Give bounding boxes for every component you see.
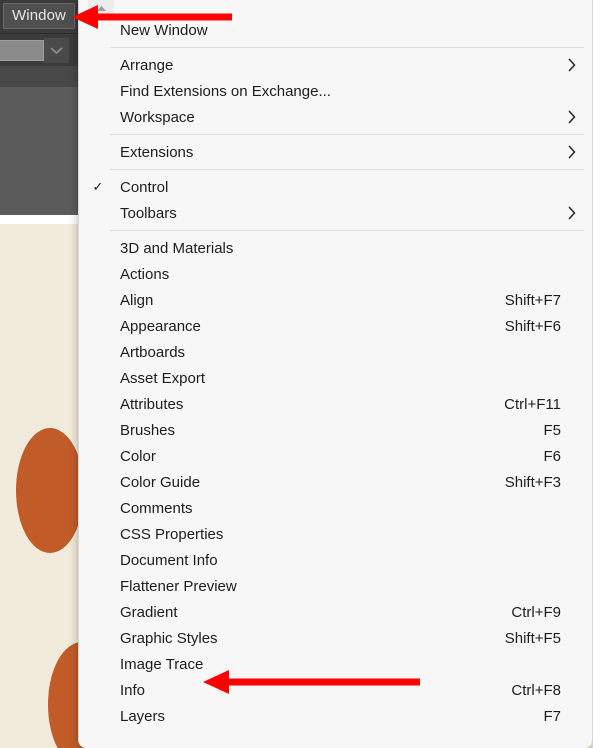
- menu-separator: [79, 226, 592, 235]
- menu-item-label: Gradient: [120, 603, 178, 621]
- menu-separator: [79, 130, 592, 139]
- menu-item-3d-and-materials[interactable]: 3D and Materials: [79, 235, 592, 261]
- menu-item-layers[interactable]: Layers F7: [79, 703, 592, 729]
- menu-item-label: Graphic Styles: [120, 629, 218, 647]
- window-dropdown-menu: New Window Arrange Find Extensions on Exch…: [78, 0, 593, 748]
- menu-item-attributes[interactable]: Attributes Ctrl+F11: [79, 391, 592, 417]
- menu-item-flattener-preview[interactable]: Flattener Preview: [79, 573, 592, 599]
- menu-item-label: Workspace: [120, 108, 195, 126]
- menu-item-gradient[interactable]: Gradient Ctrl+F9: [79, 599, 592, 625]
- menu-item-graphic-styles[interactable]: Graphic Styles Shift+F5: [79, 625, 592, 651]
- menubar-item-window[interactable]: Window: [3, 3, 75, 29]
- fill-swatch[interactable]: [0, 40, 44, 61]
- arrow-shaft: [225, 678, 420, 686]
- menu-item-workspace[interactable]: Workspace: [79, 104, 592, 130]
- menu-item-arrange[interactable]: Arrange: [79, 52, 592, 78]
- menu-item-label: Flattener Preview: [120, 577, 237, 595]
- menu-item-color-guide[interactable]: Color Guide Shift+F3: [79, 469, 592, 495]
- menu-item-brushes[interactable]: Brushes F5: [79, 417, 592, 443]
- menu-item-label: Asset Export: [120, 369, 206, 387]
- menu-item-label: Color Guide: [120, 473, 201, 491]
- annotation-arrow-to-window: [72, 5, 232, 29]
- menu-item-label: Document Info: [120, 551, 218, 569]
- menu-item-shortcut: Shift+F7: [504, 291, 561, 309]
- menu-separator: [79, 43, 592, 52]
- menu-item-label: Artboards: [120, 343, 186, 361]
- menu-item-label: Control: [120, 178, 169, 196]
- menu-item-align[interactable]: Align Shift+F7: [79, 287, 592, 313]
- menu-separator: [79, 165, 592, 174]
- swatch-dropdown-button[interactable]: [44, 38, 69, 63]
- menu-item-label: Color: [120, 447, 156, 465]
- chevron-right-icon: [568, 110, 576, 124]
- menu-item-label: Align: [120, 291, 154, 309]
- menu-item-list: New Window Arrange Find Extensions on Exch…: [79, 17, 592, 729]
- menu-item-appearance[interactable]: Appearance Shift+F6: [79, 313, 592, 339]
- menu-item-label: Info: [120, 681, 146, 699]
- chevron-right-icon: [568, 145, 576, 159]
- menu-item-comments[interactable]: Comments: [79, 495, 592, 521]
- menu-item-artboards[interactable]: Artboards: [79, 339, 592, 365]
- menu-item-label: Arrange: [120, 56, 174, 74]
- chevron-right-icon: [568, 206, 576, 220]
- menu-item-label: Layers: [120, 707, 166, 725]
- menu-item-actions[interactable]: Actions: [79, 261, 592, 287]
- arrow-head-left-icon: [72, 5, 98, 29]
- menu-item-shortcut: Ctrl+F11: [504, 395, 561, 413]
- canvas-ellipse-shape[interactable]: [16, 428, 84, 553]
- menu-item-label: Attributes: [120, 395, 184, 413]
- menu-item-label: Appearance: [120, 317, 201, 335]
- menu-item-toolbars[interactable]: Toolbars: [79, 200, 592, 226]
- menu-item-extensions[interactable]: Extensions: [79, 139, 592, 165]
- menu-item-shortcut: F5: [543, 421, 561, 439]
- menu-item-shortcut: Shift+F5: [504, 629, 561, 647]
- menu-item-label: Toolbars: [120, 204, 177, 222]
- menu-item-label: Image Trace: [120, 655, 204, 673]
- menu-item-shortcut: F6: [543, 447, 561, 465]
- menu-item-color[interactable]: Color F6: [79, 443, 592, 469]
- menu-item-css-properties[interactable]: CSS Properties: [79, 521, 592, 547]
- menu-item-label: Actions: [120, 265, 170, 283]
- arrow-head-left-icon: [203, 670, 229, 694]
- checkmark-icon: ✓: [92, 179, 104, 194]
- menu-item-shortcut: Ctrl+F9: [511, 603, 561, 621]
- menu-item-shortcut: Shift+F3: [504, 473, 561, 491]
- menu-item-shortcut: Ctrl+F8: [511, 681, 561, 699]
- menu-item-find-extensions-on-exchange[interactable]: Find Extensions on Exchange...: [79, 78, 592, 104]
- menu-item-label: CSS Properties: [120, 525, 224, 543]
- menu-item-shortcut: Shift+F6: [504, 317, 561, 335]
- menu-item-asset-export[interactable]: Asset Export: [79, 365, 592, 391]
- annotation-arrow-to-image-trace: [203, 670, 420, 694]
- menu-item-shortcut: F7: [543, 707, 561, 725]
- menu-item-label: Extensions: [120, 143, 194, 161]
- menu-item-label: Find Extensions on Exchange...: [120, 82, 331, 100]
- menu-item-label: Brushes: [120, 421, 176, 439]
- menu-item-label: 3D and Materials: [120, 239, 234, 257]
- arrow-shaft: [94, 13, 232, 21]
- menu-item-document-info[interactable]: Document Info: [79, 547, 592, 573]
- menu-item-control[interactable]: ✓ Control: [79, 174, 592, 200]
- chevron-right-icon: [568, 58, 576, 72]
- menu-item-label: Comments: [120, 499, 193, 517]
